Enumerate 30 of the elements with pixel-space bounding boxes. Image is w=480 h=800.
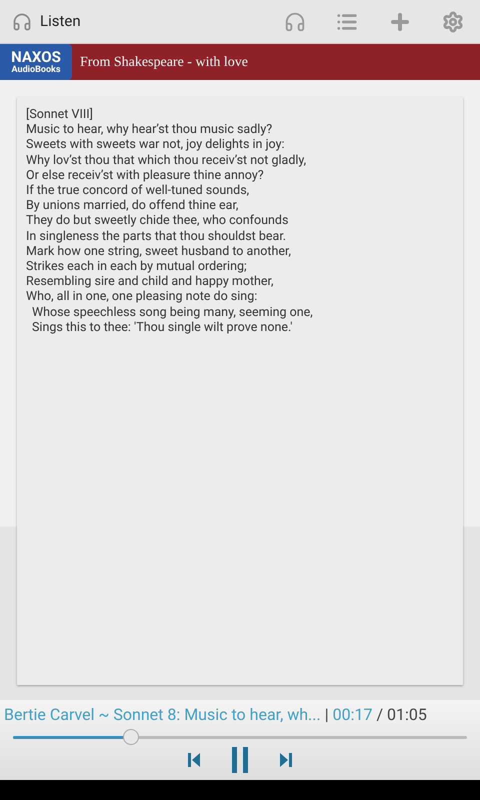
headphones-button[interactable] bbox=[284, 10, 306, 32]
logo-wordmark: NAXOS bbox=[11, 50, 61, 64]
seek-thumb[interactable] bbox=[123, 729, 140, 745]
poem-line: Who, all in one, one pleasing note do sing: bbox=[26, 289, 258, 305]
next-button[interactable] bbox=[279, 752, 293, 768]
poem-line: Resembling sire and child and happy mother, bbox=[26, 274, 274, 290]
logo-subtitle: AudioBooks bbox=[12, 66, 60, 74]
poem-line: Music to hear, why hear’st thou music sadly? bbox=[26, 122, 272, 138]
app-title: Listen bbox=[40, 11, 81, 32]
pause-button[interactable] bbox=[231, 747, 249, 773]
poem-line: By unions married, do offend thine ear, bbox=[26, 198, 238, 214]
separator: | bbox=[324, 704, 329, 726]
poem-line: [Sonnet VIII] bbox=[26, 107, 93, 122]
poem-line: If the true concord of well-tuned sounds, bbox=[26, 183, 250, 198]
poem-line: Why lov’st thou that which thou receiv’st not gladly, bbox=[26, 152, 306, 168]
poem-line: Sings this to thee: 'Thou single wilt prove none.' bbox=[31, 320, 292, 336]
headphones-icon bbox=[12, 12, 32, 32]
album-title: From Shakespeare - with love bbox=[80, 54, 248, 72]
poem-line: They do but sweetly chide thee, who confounds bbox=[26, 213, 288, 229]
settings-button[interactable] bbox=[442, 10, 464, 32]
poem-line: Whose speechless song being many, seeming one, bbox=[31, 304, 313, 320]
poem-line: Or else receiv’st with pleasure thine annoy? bbox=[26, 168, 264, 184]
previous-button[interactable] bbox=[187, 752, 201, 768]
poem-line: In singleness the parts that thou shouldst bear. bbox=[26, 228, 286, 244]
poem-line: Sweets with sweets war not, joy delights in joy: bbox=[26, 137, 285, 153]
poem-line: Mark how one string, sweet husband to another, bbox=[26, 244, 291, 260]
track-title: Bertie Carvel ~ Sonnet 8: Music to hear, wh... bbox=[4, 704, 321, 726]
poem-line: Strikes each in each by mutual ordering; bbox=[26, 259, 247, 274]
elapsed-time: 00:17 bbox=[332, 704, 372, 726]
total-time: / 01:05 bbox=[376, 704, 427, 726]
